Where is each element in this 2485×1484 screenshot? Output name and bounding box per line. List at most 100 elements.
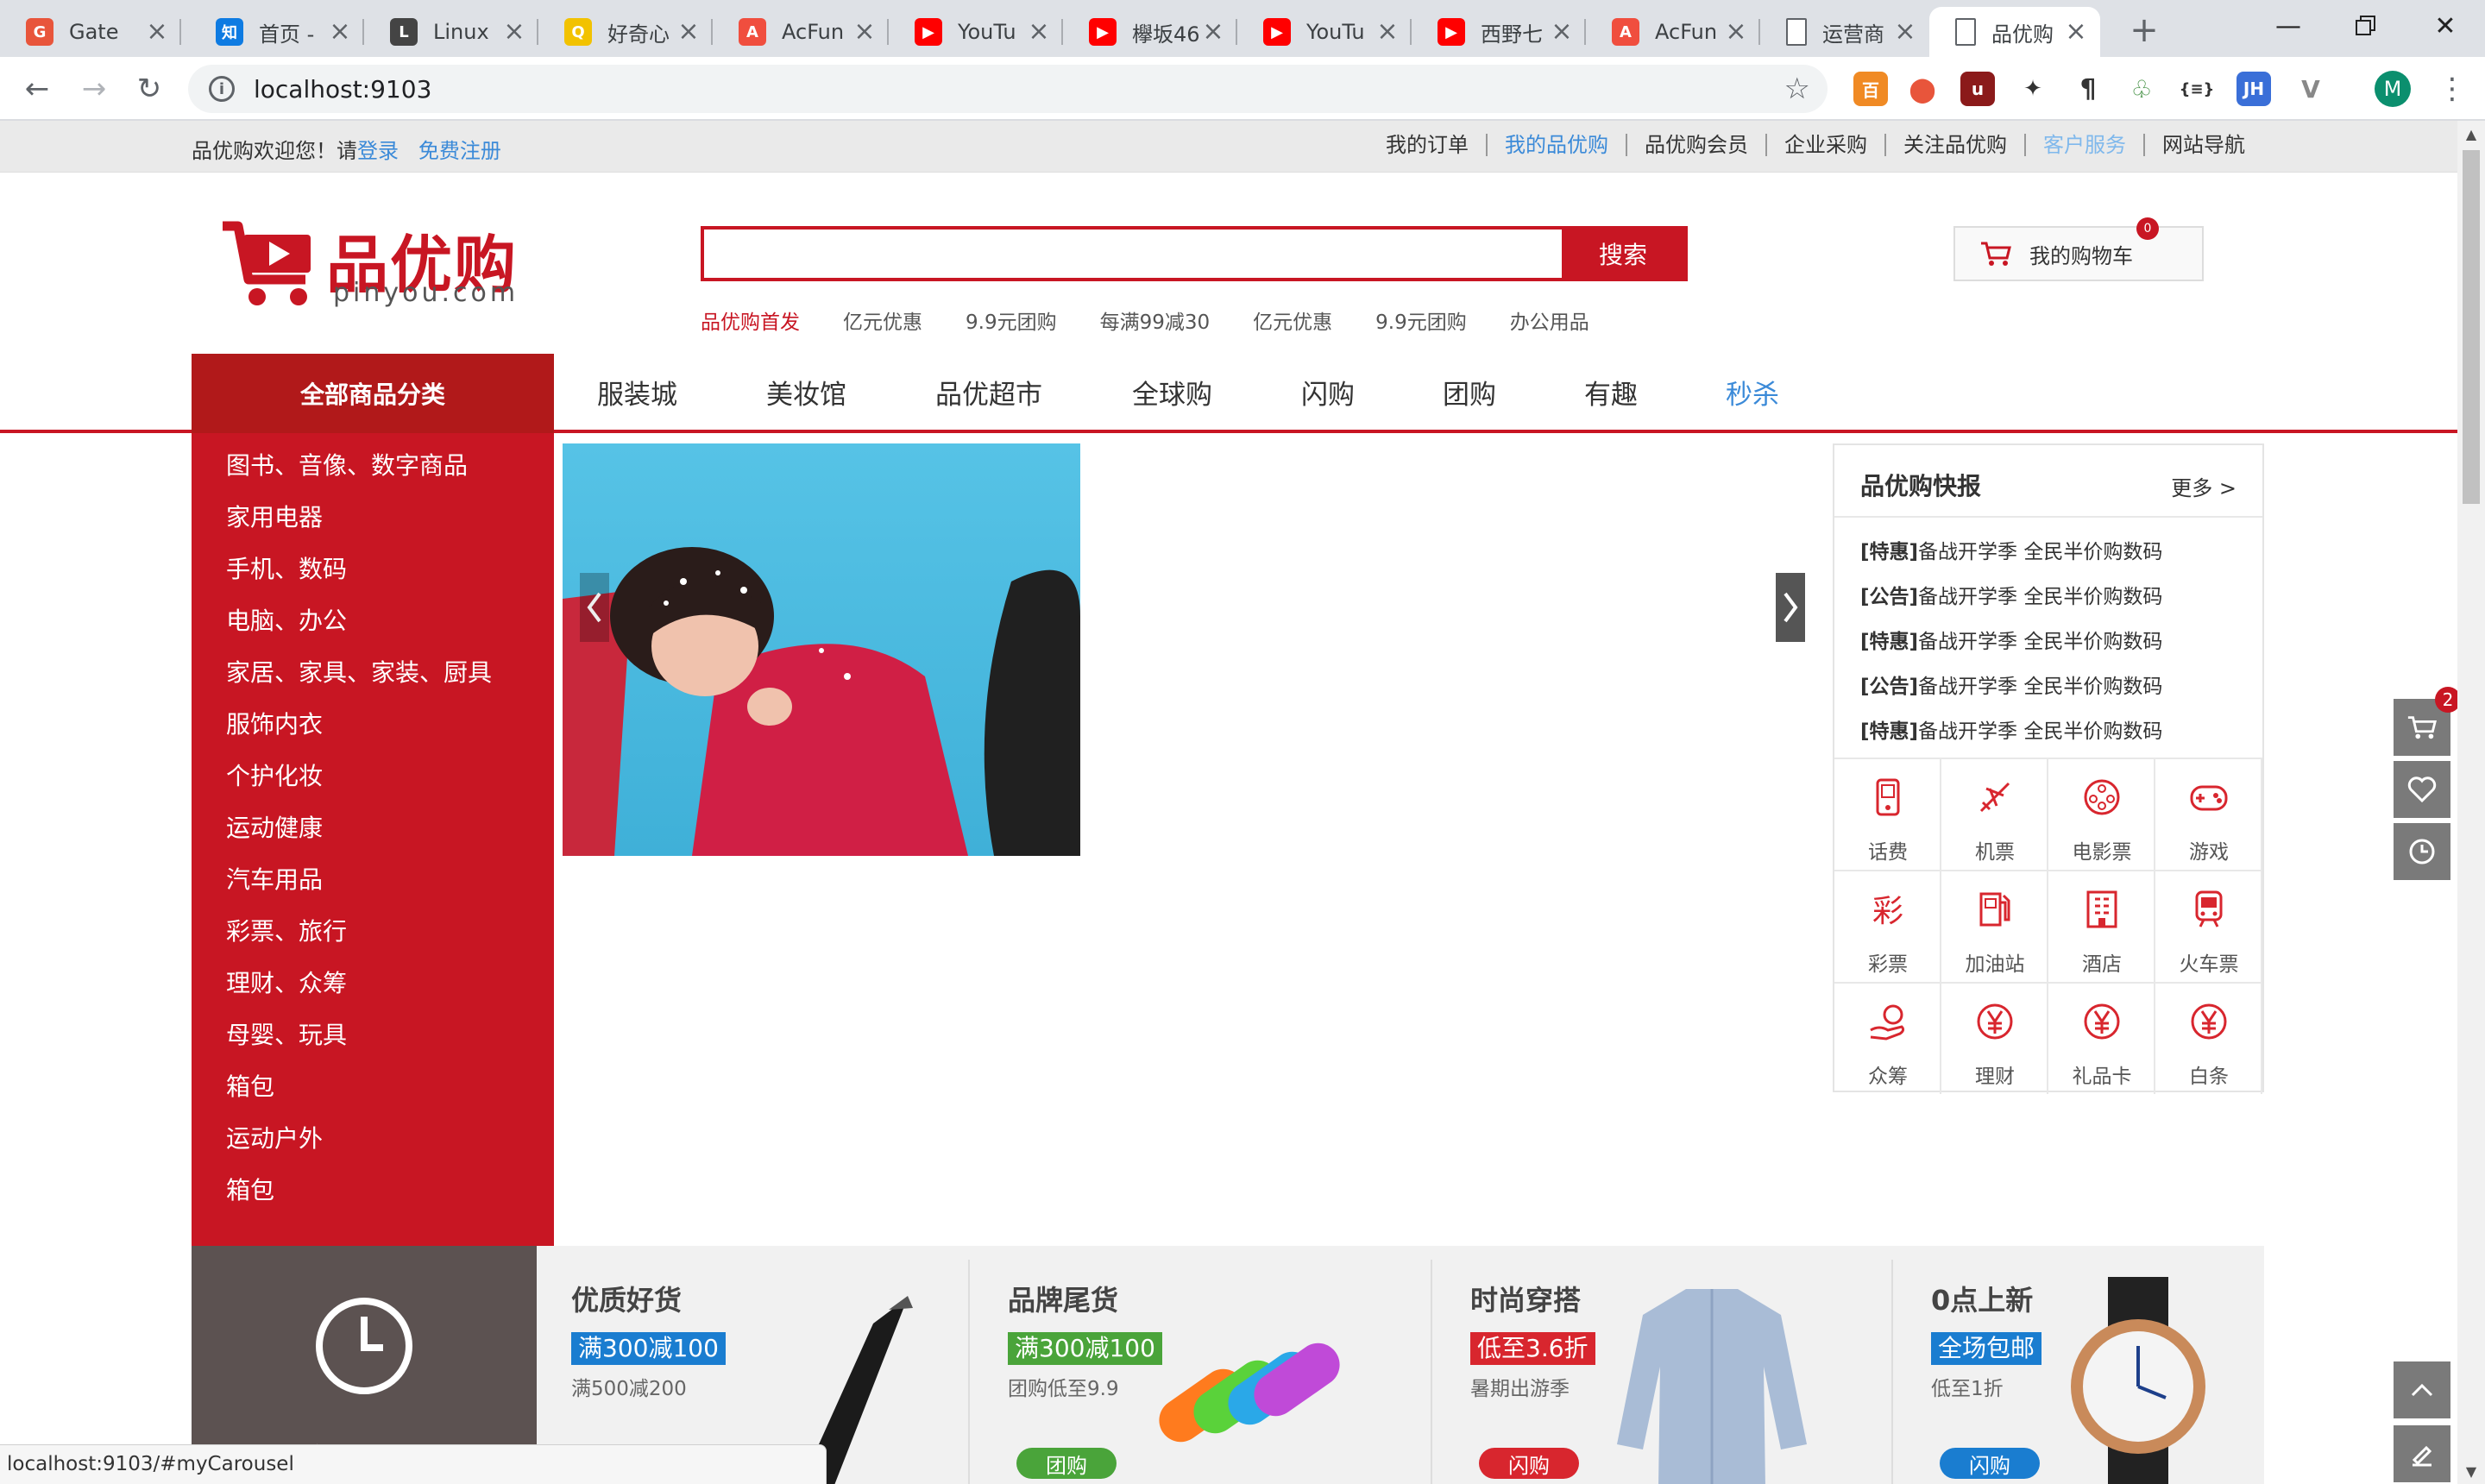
tab-close-icon[interactable]: ×: [676, 19, 701, 45]
site-info-icon[interactable]: i: [209, 76, 235, 102]
category-item[interactable]: 运动户外: [192, 1122, 554, 1173]
float-favorite-button[interactable]: [2394, 761, 2450, 818]
category-item[interactable]: 汽车用品: [192, 863, 554, 915]
carousel-slide-image[interactable]: [563, 443, 1080, 856]
nav-item[interactable]: 美妆馆: [766, 373, 846, 412]
tab-close-icon[interactable]: ×: [1550, 19, 1574, 45]
category-item[interactable]: 箱包: [192, 1070, 554, 1122]
nav-item-seckill[interactable]: 秒杀: [1726, 373, 1779, 412]
category-item[interactable]: 彩票、旅行: [192, 915, 554, 966]
carousel-next-button[interactable]: [1776, 573, 1805, 642]
recommend-card[interactable]: 时尚穿搭 低至3.6折 暑期出游季 闪购: [1436, 1246, 1888, 1484]
feedback-button[interactable]: [2394, 1425, 2450, 1482]
category-item[interactable]: 个护化妆: [192, 759, 554, 811]
extension-icon[interactable]: 百: [1853, 72, 1888, 106]
hotword-link[interactable]: 9.9元团购: [1375, 305, 1467, 335]
all-categories-button[interactable]: 全部商品分类: [192, 354, 554, 433]
vue-devtools-icon[interactable]: V: [2293, 72, 2328, 106]
tab-close-icon[interactable]: ×: [1724, 19, 1748, 45]
service-game[interactable]: 游戏: [2155, 758, 2262, 870]
page-scrollbar[interactable]: ▲ ▼: [2457, 121, 2485, 1484]
category-item[interactable]: 运动健康: [192, 811, 554, 863]
tab-close-icon[interactable]: ×: [1201, 19, 1225, 45]
scrollbar-thumb[interactable]: [2463, 150, 2480, 504]
browser-tab[interactable]: ▶ YouTu ×: [1237, 7, 1412, 57]
register-link[interactable]: 免费注册: [418, 139, 501, 163]
profile-avatar[interactable]: M: [2375, 71, 2411, 107]
category-item[interactable]: 图书、音像、数字商品: [192, 449, 554, 500]
hotword-link[interactable]: 9.9元团购: [966, 305, 1057, 335]
recommend-card[interactable]: 0点上新 全场包邮 低至1折 闪购: [1897, 1246, 2264, 1484]
browser-tab[interactable]: Q 好奇心 ×: [538, 7, 713, 57]
news-item[interactable]: [特惠]备战开学季 全民半价购数码: [1860, 535, 2162, 580]
category-item[interactable]: 服饰内衣: [192, 707, 554, 759]
close-window-button[interactable]: ✕: [2402, 0, 2485, 52]
browser-tab[interactable]: ▶ 西野七 ×: [1412, 7, 1586, 57]
recommend-card-pill[interactable]: 团购: [1016, 1448, 1117, 1479]
browser-tab[interactable]: G Gate ×: [0, 7, 181, 57]
hotword-link[interactable]: 品优购首发: [701, 305, 800, 335]
service-lottery[interactable]: 彩 彩票: [1834, 870, 1941, 982]
news-more-link[interactable]: 更多 >: [2171, 471, 2236, 501]
address-bar[interactable]: i localhost:9103 ☆: [188, 65, 1828, 113]
extension-icon[interactable]: JH: [2236, 72, 2271, 106]
address-url[interactable]: localhost:9103: [254, 75, 431, 104]
category-item[interactable]: 家居、家具、家装、厨具: [192, 656, 554, 707]
tab-close-icon[interactable]: ×: [1027, 19, 1051, 45]
back-button[interactable]: ←: [14, 66, 60, 112]
browser-tab[interactable]: ▶ YouTu ×: [889, 7, 1063, 57]
category-item[interactable]: 理财、众筹: [192, 966, 554, 1018]
hotword-link[interactable]: 每满99减30: [1100, 305, 1211, 335]
menu-icon[interactable]: ⋮: [2435, 69, 2469, 109]
minimize-button[interactable]: —: [2245, 0, 2331, 52]
site-logo[interactable]: 品优购 pinyou.com: [219, 214, 526, 314]
service-baitiao[interactable]: 白条: [2155, 982, 2262, 1094]
link-membership[interactable]: 品优购会员: [1626, 134, 1765, 156]
browser-tab[interactable]: L Linux ×: [364, 7, 538, 57]
service-gift-card[interactable]: 礼品卡: [2048, 982, 2155, 1094]
category-item[interactable]: 母婴、玩具: [192, 1018, 554, 1070]
service-film[interactable]: 电影票: [2048, 758, 2155, 870]
extension-icon[interactable]: ♧: [2124, 72, 2159, 106]
tab-close-icon[interactable]: ×: [852, 19, 877, 45]
recommend-card-pill[interactable]: 闪购: [1940, 1448, 2040, 1479]
new-tab-button[interactable]: +: [2123, 9, 2166, 52]
browser-tab[interactable]: 品优购 ×: [1929, 7, 2100, 57]
tab-close-icon[interactable]: ×: [328, 19, 352, 45]
service-crowdfunding[interactable]: 众筹: [1834, 982, 1941, 1094]
nav-item[interactable]: 品优超市: [935, 373, 1042, 412]
reload-button[interactable]: ↻: [126, 66, 173, 112]
service-phone[interactable]: 话费: [1834, 758, 1941, 870]
pilcrow-icon[interactable]: ¶: [2071, 72, 2105, 106]
nav-item[interactable]: 有趣: [1584, 373, 1638, 412]
json-viewer-icon[interactable]: {≡}: [2180, 72, 2214, 106]
link-site-nav[interactable]: 网站导航: [2143, 134, 2262, 156]
tab-close-icon[interactable]: ×: [2064, 19, 2088, 45]
service-train[interactable]: 火车票: [2155, 870, 2262, 982]
service-gas-station[interactable]: 加油站: [1941, 870, 2048, 982]
carousel-prev-button[interactable]: [580, 573, 609, 642]
hotword-link[interactable]: 亿元优惠: [1253, 305, 1332, 335]
tab-close-icon[interactable]: ×: [502, 19, 526, 45]
nav-item[interactable]: 闪购: [1301, 373, 1355, 412]
link-enterprise[interactable]: 企业采购: [1765, 134, 1884, 156]
browser-tab[interactable]: 知首页 - ×: [190, 7, 364, 57]
tab-close-icon[interactable]: ×: [145, 19, 169, 45]
search-button[interactable]: 搜索: [1562, 230, 1684, 278]
browser-tab[interactable]: A AcFun ×: [713, 7, 889, 57]
news-item[interactable]: [特惠]备战开学季 全民半价购数码: [1860, 625, 2162, 670]
location-pin-icon[interactable]: ⬤: [1905, 72, 1940, 106]
my-cart-button[interactable]: 我的购物车 0: [1953, 217, 2204, 281]
news-item[interactable]: [公告]备战开学季 全民半价购数码: [1860, 580, 2162, 625]
news-item[interactable]: [特惠]备战开学季 全民半价购数码: [1860, 714, 2162, 759]
category-item[interactable]: 电脑、办公: [192, 604, 554, 656]
browser-tab[interactable]: 运营商 ×: [1760, 7, 1929, 57]
scroll-up-arrow[interactable]: ▲: [2457, 121, 2485, 147]
browser-tab[interactable]: A AcFun ×: [1586, 7, 1760, 57]
nav-item[interactable]: 团购: [1443, 373, 1496, 412]
login-link[interactable]: 登录: [357, 139, 399, 163]
ublock-icon[interactable]: u: [1960, 72, 1995, 106]
back-to-top-button[interactable]: [2394, 1361, 2450, 1418]
recommend-card-pill[interactable]: 闪购: [1479, 1448, 1579, 1479]
tab-close-icon[interactable]: ×: [1375, 19, 1400, 45]
